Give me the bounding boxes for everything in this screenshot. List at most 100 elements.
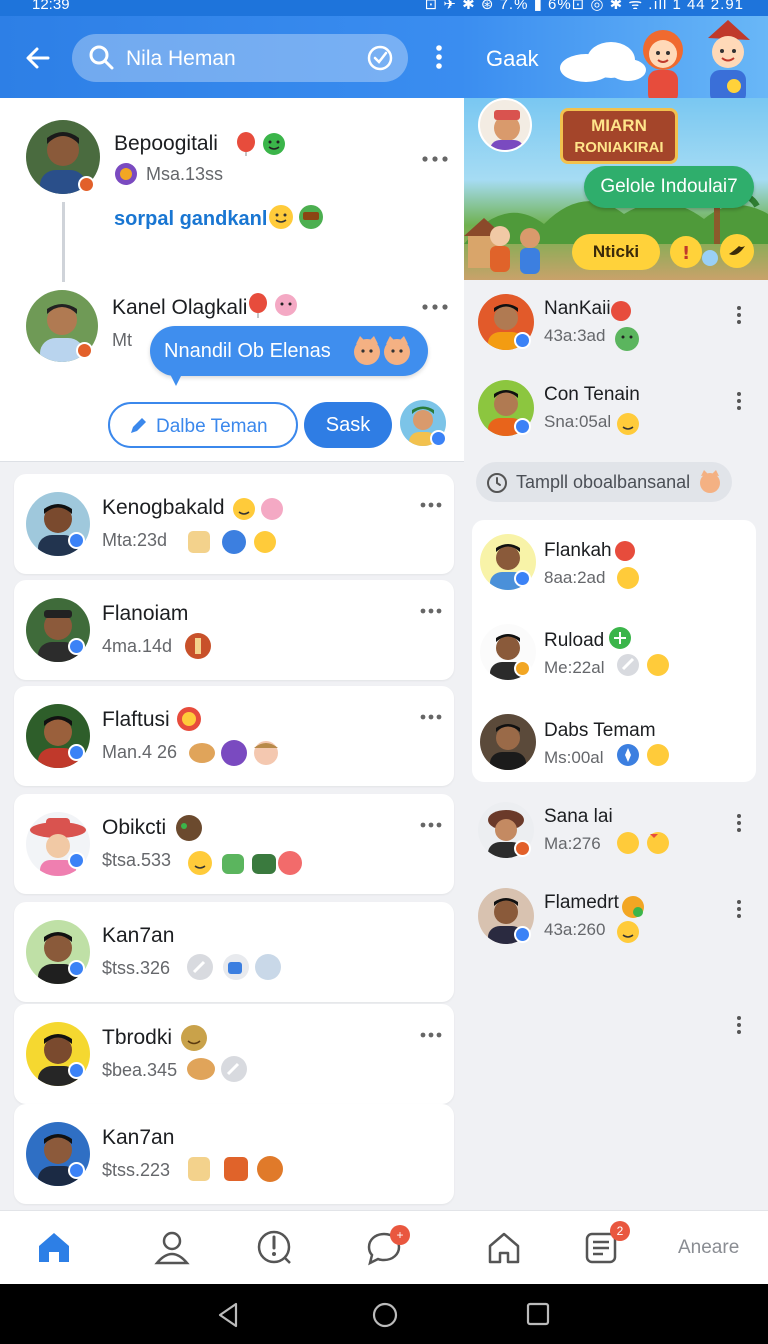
emoji-reactions-icon	[611, 301, 631, 321]
status-time: 12:39	[32, 0, 70, 13]
contact-card[interactable]: Kenogbakald Mta:23d	[14, 474, 454, 574]
row-more-button[interactable]	[736, 306, 742, 326]
post-timestamp: Mt	[112, 330, 132, 350]
post-timestamp: Msa.13ss	[146, 164, 224, 184]
search-bar[interactable]: Nila Heman	[72, 34, 408, 82]
back-button[interactable]	[22, 42, 54, 74]
post-more-button[interactable]	[422, 298, 448, 310]
balloon-emoji-icon	[237, 132, 285, 156]
voice-search-icon[interactable]	[366, 44, 394, 72]
cartoon-boy-illustration	[708, 20, 750, 104]
contact-time: Ma:276	[544, 834, 601, 853]
row-more-button[interactable]	[736, 1016, 742, 1036]
contact-time: 43a:3ad	[544, 326, 606, 345]
card-more-button[interactable]	[420, 602, 442, 614]
banner-cta-pill[interactable]: Gelole Indoulai7	[584, 166, 754, 208]
verified-badge	[430, 430, 447, 447]
nav-news[interactable]: 2	[582, 1221, 630, 1267]
contact-row[interactable]: Sana lai Ma:276	[464, 796, 768, 876]
nav-chats[interactable]: +	[364, 1225, 410, 1267]
promo-banner[interactable]: MIARN RONIAKIRAI Gelole Indoulai7 Nticki…	[464, 98, 768, 280]
emoji-reactions-icon	[617, 413, 639, 435]
banner-alert-button[interactable]: !	[670, 236, 702, 268]
card-more-button[interactable]	[420, 496, 442, 508]
person-photo	[490, 110, 524, 150]
post-link-text[interactable]: sorpal gandkanl	[114, 208, 267, 231]
send-button[interactable]: Sask	[304, 402, 392, 448]
contact-card[interactable]: Kan7an $tss.326	[14, 902, 454, 1002]
emoji-reactions-icon	[189, 740, 278, 766]
more-horizontal-icon	[420, 502, 442, 508]
contact-row[interactable]: Dabs Temam Ms:00al	[472, 702, 756, 786]
status-badge	[78, 176, 95, 193]
more-horizontal-icon	[422, 156, 448, 162]
header-right-label[interactable]: Gaak	[486, 46, 539, 72]
post-more-button[interactable]	[422, 150, 448, 162]
verified-badge	[68, 638, 85, 655]
contact-name: Dabs Temam	[544, 720, 656, 741]
emoji-reactions-icon	[176, 815, 202, 841]
paw-icon	[702, 250, 718, 266]
more-horizontal-icon	[420, 1032, 442, 1038]
contact-time: $tss.326	[102, 958, 171, 978]
search-input[interactable]: Nila Heman	[126, 47, 236, 71]
contact-name: Flamedrt	[544, 892, 619, 913]
emoji-reactions-icon	[177, 707, 201, 731]
bird-icon	[729, 246, 745, 255]
edit-friend-button[interactable]: Dalbe Teman	[108, 402, 298, 448]
contact-row[interactable]: Ruload Me:22al	[472, 612, 756, 696]
system-home-icon[interactable]	[372, 1302, 398, 1328]
nav-home[interactable]	[34, 1227, 74, 1267]
row-more-button[interactable]	[736, 900, 742, 920]
cartoon-kids-illustration	[490, 226, 540, 274]
nav-more-label[interactable]: Aneare	[678, 1237, 739, 1259]
contact-row[interactable]: Flamedrt 43a:260	[464, 882, 768, 962]
avatar[interactable]	[480, 714, 536, 770]
nav-activity[interactable]	[254, 1227, 294, 1267]
contact-name: Obikcti	[102, 816, 167, 839]
contact-row[interactable]: NanKaii 43a:3ad	[464, 288, 768, 368]
scheduled-chip[interactable]: Tampll oboalbansanal	[476, 462, 732, 502]
contact-card[interactable]: Kan7an $tss.223	[14, 1104, 454, 1204]
contact-row[interactable]: Con Tenain Sna:05al	[464, 374, 768, 454]
contact-name: Flanoiam	[102, 602, 189, 625]
emoji-reactions-icon	[617, 832, 669, 854]
post-author-name[interactable]: Bepoogitali	[114, 132, 218, 156]
nav-profile[interactable]	[152, 1227, 192, 1267]
row-more-button[interactable]	[736, 392, 742, 412]
contact-row[interactable]: Flankah 8aa:2ad	[472, 522, 756, 606]
verified-badge	[68, 532, 85, 549]
cat-emoji-icon	[700, 470, 720, 493]
contact-name: Con Tenain	[544, 384, 640, 405]
verified-badge	[68, 744, 85, 761]
contact-time: $tss.223	[102, 1160, 171, 1180]
emoji-reactions-icon	[615, 541, 635, 561]
post-author-name[interactable]: Kanel Olagkali	[112, 296, 247, 320]
more-vertical-icon	[436, 45, 442, 69]
card-more-button[interactable]	[420, 708, 442, 720]
contact-name: NanKaii	[544, 298, 611, 319]
reply-bubble[interactable]: Nnandil Ob Elenas	[150, 326, 428, 386]
system-back-icon[interactable]	[216, 1302, 240, 1328]
more-options-button[interactable]	[432, 44, 446, 70]
contact-name: Kan7an	[102, 1126, 175, 1149]
row-more-button[interactable]	[736, 814, 742, 834]
home-icon	[39, 1233, 69, 1262]
contact-card[interactable]: Obikcti $tsa.533	[14, 794, 454, 894]
nav-marketplace[interactable]	[484, 1227, 524, 1267]
emoji-reactions-icon	[185, 633, 211, 659]
cloud-illustration	[560, 42, 646, 82]
card-more-button[interactable]	[420, 1026, 442, 1038]
card-more-button[interactable]	[420, 816, 442, 828]
contact-time: Ms:00al	[544, 748, 604, 767]
banner-share-button[interactable]	[720, 234, 754, 268]
contact-card[interactable]: Flanoiam 4ma.14d	[14, 580, 454, 680]
banner-action-button[interactable]: Nticki	[572, 234, 660, 270]
verified-badge	[514, 926, 531, 943]
emoji-reactions-icon	[617, 744, 669, 766]
contact-name: Kenogbakald	[102, 496, 225, 519]
search-icon	[89, 45, 114, 70]
system-recents-icon[interactable]	[526, 1302, 550, 1326]
contact-card[interactable]: Tbrodki $bea.345	[14, 1004, 454, 1104]
contact-card[interactable]: Flaftusi Man.4 26	[14, 686, 454, 786]
